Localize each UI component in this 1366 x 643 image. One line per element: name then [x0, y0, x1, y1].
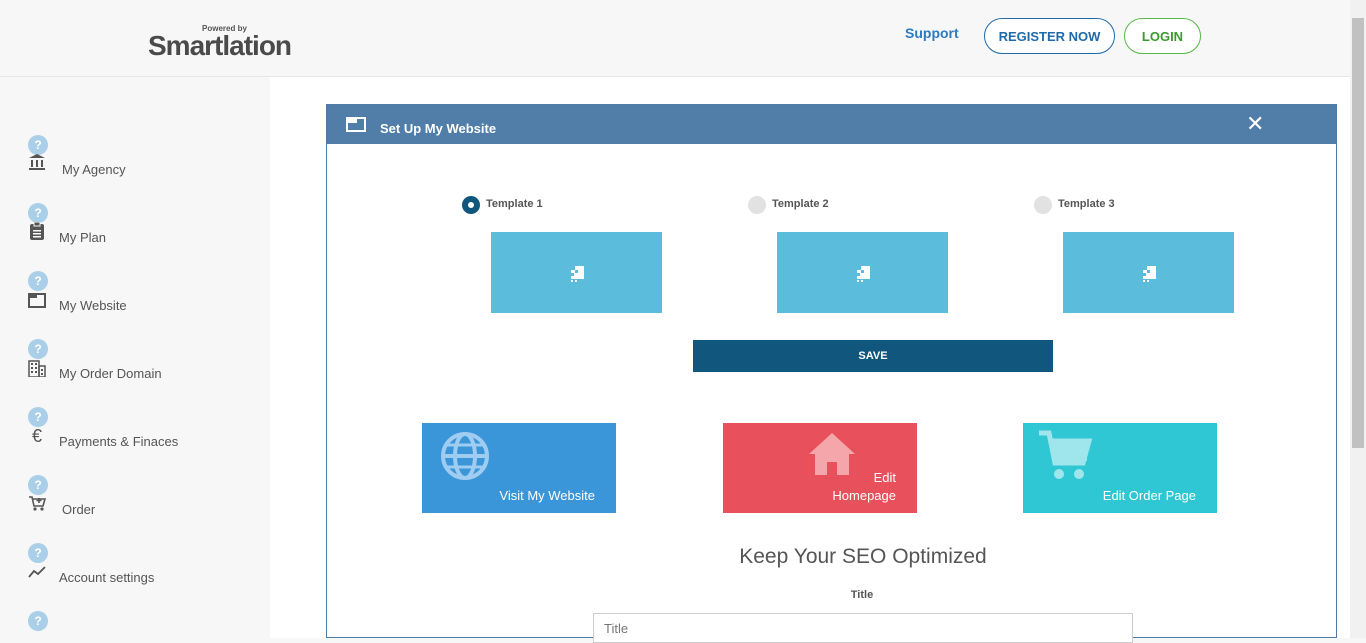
- template-3-label[interactable]: Template 3: [1058, 198, 1115, 210]
- sidebar-item-label: Order: [62, 502, 96, 517]
- template-1-label[interactable]: Template 1: [486, 198, 543, 210]
- edit-homepage-label-line1: Edit: [873, 470, 896, 485]
- help-icon[interactable]: ?: [28, 339, 48, 359]
- template-icon: [570, 265, 584, 282]
- help-icon[interactable]: ?: [28, 475, 48, 495]
- sidebar-item-account-settings[interactable]: ? Account settings: [0, 543, 270, 611]
- sidebar-item-my-agency[interactable]: ? My Agency: [0, 135, 270, 203]
- sidebar-item-my-order-domain[interactable]: ? My Order Domain: [0, 339, 270, 407]
- cart-add-icon: [28, 494, 46, 512]
- logo-brand: Smartlation: [148, 30, 292, 61]
- sidebar-item-label: My Website: [59, 298, 127, 313]
- close-icon[interactable]: ✕: [1246, 113, 1264, 135]
- help-icon[interactable]: ?: [28, 203, 48, 223]
- save-button[interactable]: SAVE: [693, 340, 1053, 372]
- bank-icon: [28, 153, 46, 171]
- template-2-radio[interactable]: [748, 196, 766, 214]
- template-1-radio[interactable]: [462, 196, 480, 214]
- title-field-label: Title: [850, 589, 874, 601]
- visit-my-website-label: Visit My Website: [499, 488, 595, 503]
- sidebar-item-label: My Order Domain: [59, 366, 162, 381]
- cart-icon: [1039, 430, 1093, 479]
- help-icon[interactable]: ?: [28, 407, 48, 427]
- sidebar-item-more[interactable]: ?: [0, 611, 270, 638]
- sidebar: ? My Agency ? My Plan ? My Website ? My …: [0, 77, 270, 638]
- sidebar-item-label: My Plan: [59, 230, 106, 245]
- help-icon[interactable]: ?: [28, 135, 48, 155]
- edit-order-page-label: Edit Order Page: [1102, 488, 1196, 503]
- seo-heading: Keep Your SEO Optimized: [739, 545, 987, 568]
- smartlation-logo[interactable]: Powered by Smartlation: [148, 22, 298, 64]
- sidebar-item-payments[interactable]: ? € Payments & Finaces: [0, 407, 270, 475]
- euro-icon: €: [31, 425, 42, 446]
- panel-header: Set Up My Website ✕: [327, 105, 1336, 144]
- help-icon[interactable]: ?: [28, 611, 48, 631]
- template-icon: [1142, 265, 1156, 282]
- help-icon[interactable]: ?: [28, 271, 48, 291]
- template-icon: [856, 265, 870, 282]
- template-2-thumbnail[interactable]: [777, 232, 948, 313]
- page-scrollbar[interactable]: [1350, 0, 1366, 638]
- scrollbar-thumb[interactable]: [1352, 18, 1364, 448]
- clipboard-icon: [28, 222, 46, 240]
- trend-icon: [28, 563, 46, 581]
- window-icon: [346, 117, 366, 132]
- sidebar-item-label: Account settings: [59, 570, 155, 585]
- help-icon[interactable]: ?: [28, 543, 48, 563]
- sidebar-item-my-website[interactable]: ? My Website: [0, 271, 270, 339]
- panel-title: Set Up My Website: [380, 121, 497, 136]
- template-3-thumbnail[interactable]: [1063, 232, 1234, 313]
- sidebar-item-label: Payments & Finaces: [59, 434, 179, 449]
- edit-homepage-label-line2: Homepage: [832, 488, 896, 503]
- template-3-radio[interactable]: [1034, 196, 1052, 214]
- title-input[interactable]: [593, 613, 1133, 643]
- sidebar-item-order[interactable]: ? Order: [0, 475, 270, 543]
- login-button[interactable]: LOGIN: [1124, 18, 1201, 54]
- building-icon: [28, 359, 46, 377]
- sidebar-item-label: My Agency: [62, 162, 126, 177]
- support-link[interactable]: Support: [905, 25, 959, 41]
- window-icon: [28, 291, 46, 309]
- sidebar-item-my-plan[interactable]: ? My Plan: [0, 203, 270, 271]
- globe-icon: [441, 432, 489, 480]
- edit-homepage-button[interactable]: Edit Homepage: [723, 423, 917, 513]
- top-header: Powered by Smartlation Support REGISTER …: [0, 0, 1350, 77]
- visit-my-website-button[interactable]: Visit My Website: [422, 423, 616, 513]
- template-2-label[interactable]: Template 2: [772, 198, 829, 210]
- edit-order-page-button[interactable]: Edit Order Page: [1023, 423, 1217, 513]
- register-now-button[interactable]: REGISTER NOW: [984, 18, 1115, 54]
- edit-homepage-label: Edit Homepage: [832, 469, 896, 505]
- template-1-thumbnail[interactable]: [491, 232, 662, 313]
